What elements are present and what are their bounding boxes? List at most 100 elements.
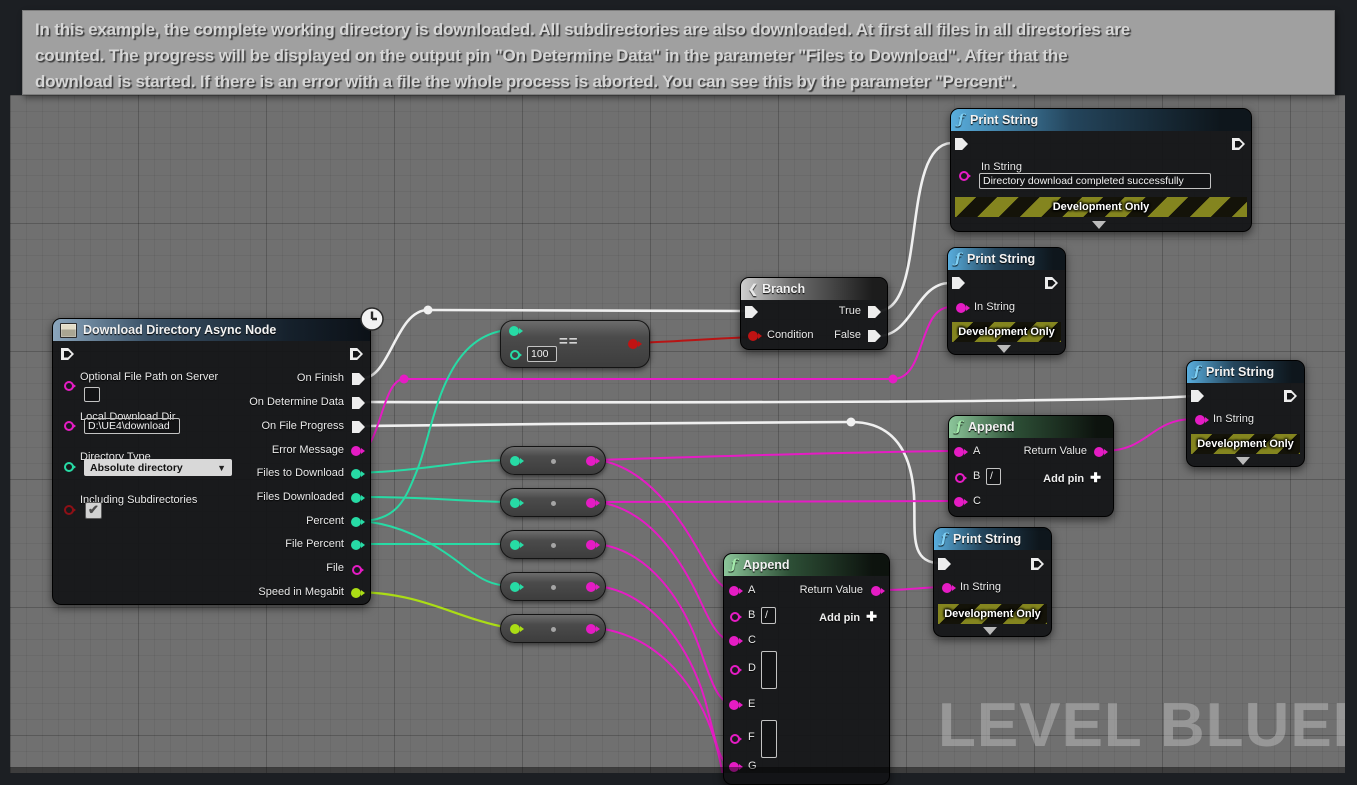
append-f-pin[interactable] <box>730 734 740 744</box>
node-title: Print String <box>953 532 1021 546</box>
conv-in-pin[interactable] <box>510 624 520 634</box>
return-value-pin[interactable] <box>871 586 881 596</box>
int-output-pin[interactable] <box>351 469 361 479</box>
download-dir-field[interactable]: D:\UE4\download <box>84 418 180 434</box>
node-header[interactable]: ƒ Print String <box>934 528 1051 550</box>
string-output-pin[interactable] <box>352 565 362 575</box>
equals-node[interactable]: 100 == <box>500 320 650 368</box>
to-text-conversion-node[interactable] <box>500 530 606 559</box>
exec-in-pin[interactable] <box>938 558 951 570</box>
conv-out-pin[interactable] <box>586 498 596 508</box>
node-header[interactable]: ƒ Print String <box>951 109 1251 131</box>
string-output-pin[interactable] <box>351 446 361 456</box>
append-a-pin[interactable] <box>729 586 739 596</box>
conv-in-pin[interactable] <box>510 582 520 592</box>
append-c-pin[interactable] <box>729 636 739 646</box>
compare-result-pin[interactable] <box>628 339 638 349</box>
download-directory-async-node[interactable]: Download Directory Async Node Optional F… <box>52 318 371 605</box>
exec-out-pin[interactable] <box>352 421 365 433</box>
node-header[interactable]: ƒ Append <box>724 554 889 576</box>
exec-out-pin[interactable] <box>1284 390 1297 402</box>
node-expander[interactable] <box>1092 221 1106 229</box>
exec-true-pin[interactable] <box>868 306 881 318</box>
node-expander[interactable] <box>997 345 1011 353</box>
in-string-pin[interactable] <box>942 583 952 593</box>
to-text-conversion-node[interactable] <box>500 488 606 517</box>
conv-out-pin[interactable] <box>586 540 596 550</box>
append-c-pin[interactable] <box>954 497 964 507</box>
node-header[interactable]: ƒ Append <box>949 416 1113 438</box>
node-header[interactable]: Download Directory Async Node <box>53 319 370 341</box>
to-text-conversion-node[interactable] <box>500 446 606 475</box>
exec-out-pin[interactable] <box>350 348 363 360</box>
int-output-pin[interactable] <box>351 493 361 503</box>
exec-out-pin[interactable] <box>352 373 365 385</box>
in-string-field[interactable]: Directory download completed successfull… <box>979 173 1211 189</box>
string-input-pin[interactable] <box>64 381 74 391</box>
append-node-2[interactable]: ƒ Append A B / C D E F G Return Value Ad… <box>723 553 890 785</box>
append-b-pin[interactable] <box>730 612 740 622</box>
add-pin-button[interactable]: Add pin✚ <box>1043 470 1101 486</box>
print-string-node-4[interactable]: ƒ Print String In String Development Onl… <box>933 527 1052 637</box>
bool-input-pin[interactable] <box>64 505 74 515</box>
conv-out-pin[interactable] <box>586 456 596 466</box>
exec-in-pin[interactable] <box>61 348 74 360</box>
enum-input-pin[interactable] <box>64 462 74 472</box>
return-value-pin[interactable] <box>1094 447 1104 457</box>
append-d-field[interactable] <box>761 651 777 689</box>
exec-out-pin[interactable] <box>1232 138 1245 150</box>
pin-label: A <box>748 584 755 596</box>
add-pin-button[interactable]: Add pin✚ <box>819 609 877 625</box>
print-string-node-1[interactable]: ƒ Print String In String Directory downl… <box>950 108 1252 232</box>
exec-in-pin[interactable] <box>955 138 968 150</box>
conv-in-pin[interactable] <box>510 456 520 466</box>
node-header[interactable]: ƒ Print String <box>948 248 1065 270</box>
exec-out-pin[interactable] <box>352 397 365 409</box>
compare-input-b-pin[interactable] <box>510 350 520 360</box>
exec-in-pin[interactable] <box>952 277 965 289</box>
node-header[interactable]: ❮ Branch <box>741 278 887 300</box>
branch-icon: ❮ <box>748 282 756 296</box>
float-output-pin[interactable] <box>351 588 361 598</box>
file-path-field[interactable] <box>84 387 100 402</box>
append-d-pin[interactable] <box>730 665 740 675</box>
append-node-1[interactable]: ƒ Append A B / C Return Value Add pin✚ <box>948 415 1114 517</box>
subdirectories-checkbox[interactable] <box>85 502 102 519</box>
print-string-node-2[interactable]: ƒ Print String In String Development Onl… <box>947 247 1066 355</box>
exec-out-pin[interactable] <box>1031 558 1044 570</box>
branch-node[interactable]: ❮ Branch Condition True False <box>740 277 888 350</box>
append-b-field[interactable]: / <box>761 607 776 624</box>
to-text-conversion-node[interactable] <box>500 614 606 643</box>
exec-false-pin[interactable] <box>868 330 881 342</box>
conv-out-pin[interactable] <box>586 582 596 592</box>
append-f-field[interactable] <box>761 720 777 758</box>
exec-in-pin[interactable] <box>1191 390 1204 402</box>
exec-in-pin[interactable] <box>745 306 758 318</box>
append-a-pin[interactable] <box>954 447 964 457</box>
conv-in-pin[interactable] <box>510 540 520 550</box>
in-string-pin[interactable] <box>956 303 966 313</box>
directory-type-dropdown[interactable]: Absolute directory ▼ <box>84 459 232 476</box>
append-b-field[interactable]: / <box>986 468 1001 485</box>
append-e-pin[interactable] <box>729 700 739 710</box>
conv-out-pin[interactable] <box>586 624 596 634</box>
append-b-pin[interactable] <box>955 473 965 483</box>
print-string-node-3[interactable]: ƒ Print String In String Development Onl… <box>1186 360 1305 467</box>
string-input-pin[interactable] <box>64 421 74 431</box>
node-title: Print String <box>967 252 1035 266</box>
compare-value-field[interactable]: 100 <box>527 346 557 362</box>
conv-in-pin[interactable] <box>510 498 520 508</box>
condition-pin[interactable] <box>748 331 758 341</box>
in-string-pin[interactable] <box>1195 415 1205 425</box>
int-output-pin[interactable] <box>351 540 361 550</box>
node-expander[interactable] <box>1236 457 1250 465</box>
node-expander[interactable] <box>983 627 997 635</box>
compare-input-a-pin[interactable] <box>509 326 519 336</box>
node-header[interactable]: ƒ Print String <box>1187 361 1304 383</box>
int-output-pin[interactable] <box>351 517 361 527</box>
comment-node-title[interactable]: In this example, the complete working di… <box>22 10 1335 95</box>
pin-label: Error Message <box>272 444 344 456</box>
in-string-pin[interactable] <box>959 171 969 181</box>
to-text-conversion-node[interactable] <box>500 572 606 601</box>
exec-out-pin[interactable] <box>1045 277 1058 289</box>
